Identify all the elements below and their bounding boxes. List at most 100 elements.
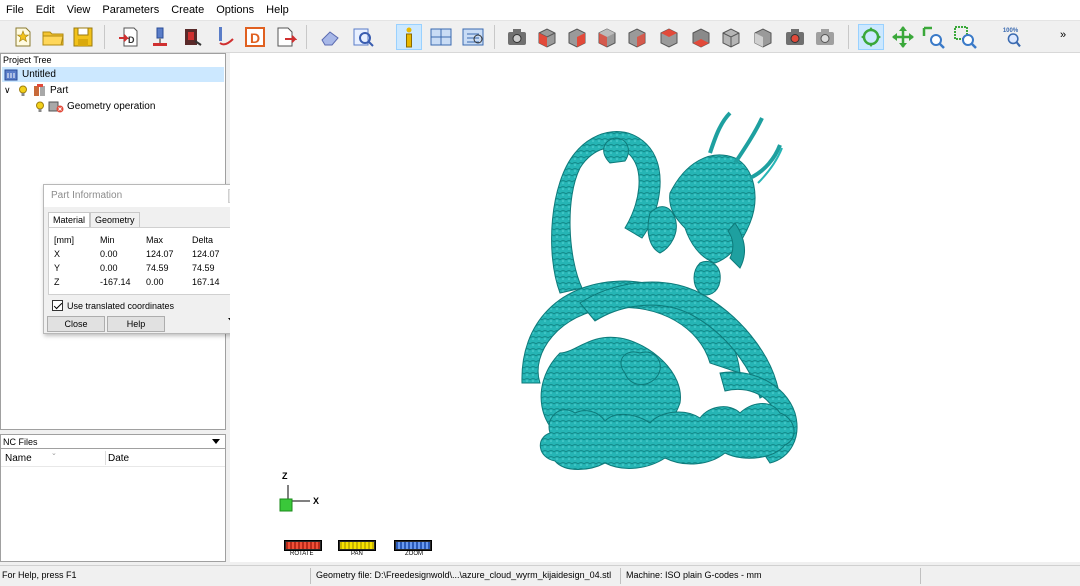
project-icon bbox=[4, 69, 18, 81]
toolbar-overflow[interactable]: » bbox=[1060, 29, 1066, 41]
dialog-title: Part Information bbox=[51, 190, 123, 201]
toolbar: D D 100% » bbox=[0, 21, 1080, 53]
row-label-z: Z bbox=[54, 277, 60, 287]
rotate-control-icon[interactable] bbox=[284, 540, 322, 551]
tree-item-part[interactable]: ∨ Part bbox=[4, 83, 68, 98]
svg-text:D: D bbox=[128, 35, 135, 45]
menu-parameters[interactable]: Parameters bbox=[96, 0, 165, 21]
dialog-title-bar[interactable]: Part Information bbox=[44, 185, 244, 207]
open-folder-icon[interactable] bbox=[40, 24, 66, 50]
screenshot-red-icon[interactable] bbox=[782, 24, 808, 50]
chevron-down-icon[interactable]: ∨ bbox=[4, 83, 16, 98]
table-header-delta: Delta bbox=[192, 235, 214, 245]
part-icon bbox=[33, 84, 47, 97]
status-divider bbox=[310, 568, 311, 584]
tab-material[interactable]: Material bbox=[48, 212, 91, 228]
column-date[interactable]: Date bbox=[108, 453, 129, 464]
status-geometry-file: Geometry file: D:\Freedesignwold\...\azu… bbox=[316, 570, 612, 580]
eraser-icon[interactable] bbox=[318, 24, 344, 50]
lightbulb-icon[interactable] bbox=[35, 101, 45, 113]
zoom-100-icon[interactable]: 100% bbox=[1000, 24, 1028, 50]
import-geometry-icon[interactable]: D bbox=[116, 24, 142, 50]
pan-view-icon[interactable] bbox=[890, 24, 916, 50]
tree-operation-label: Geometry operation bbox=[67, 101, 156, 112]
layout-grid-icon[interactable] bbox=[428, 24, 454, 50]
pan-label: PAN bbox=[351, 551, 363, 557]
view-front-icon[interactable] bbox=[534, 24, 560, 50]
rotate-view-icon[interactable] bbox=[858, 24, 884, 50]
status-divider bbox=[920, 568, 921, 584]
dragon-model[interactable] bbox=[230, 53, 1080, 562]
translated-coords-label: Use translated coordinates bbox=[67, 300, 175, 311]
menu-help[interactable]: Help bbox=[260, 0, 295, 21]
info-icon[interactable] bbox=[396, 24, 422, 50]
column-name[interactable]: Name bbox=[5, 453, 32, 464]
tool-setup-icon[interactable] bbox=[148, 24, 174, 50]
dialog-tabs: Material Geometry bbox=[48, 212, 140, 228]
view-shaded-icon[interactable] bbox=[750, 24, 776, 50]
row-label-y: Y bbox=[54, 263, 61, 273]
table-header-min: Min bbox=[100, 235, 115, 245]
tool-path-icon[interactable] bbox=[212, 24, 238, 50]
export-ncfile-icon[interactable] bbox=[272, 24, 298, 50]
3d-viewport[interactable]: Z X ROTATE PAN ZOOM bbox=[230, 53, 1080, 562]
geometry-operation-icon bbox=[48, 100, 64, 113]
drill-operation-icon[interactable]: D bbox=[242, 24, 268, 50]
nc-files-panel: NC Files Name ⌄ Date bbox=[0, 434, 226, 562]
translated-coords-checkbox[interactable] bbox=[52, 300, 63, 311]
view-left-icon[interactable] bbox=[594, 24, 620, 50]
table-header-max: Max bbox=[146, 235, 164, 245]
zoom-window-icon[interactable] bbox=[952, 24, 978, 50]
nc-files-header[interactable]: NC Files bbox=[1, 435, 225, 449]
zoom-label-text: ZOOM bbox=[405, 551, 423, 557]
save-icon[interactable] bbox=[70, 24, 96, 50]
menu-edit[interactable]: Edit bbox=[30, 0, 61, 21]
view-right-icon[interactable] bbox=[624, 24, 650, 50]
list-view-icon[interactable] bbox=[460, 24, 486, 50]
new-project-icon[interactable] bbox=[10, 24, 36, 50]
axis-x-label: X bbox=[313, 496, 320, 506]
zoom-label: 100% bbox=[1003, 28, 1019, 34]
lightbulb-icon[interactable] bbox=[18, 85, 28, 97]
row-label-x: X bbox=[54, 249, 61, 259]
x-max: 124.07 bbox=[146, 249, 174, 259]
dropdown-arrow-icon[interactable] bbox=[212, 439, 220, 444]
view-bottom-icon[interactable] bbox=[688, 24, 714, 50]
menu-view[interactable]: View bbox=[61, 0, 97, 21]
tree-root-label: Untitled bbox=[22, 69, 56, 80]
y-delta: 74.59 bbox=[192, 263, 215, 273]
tree-item-root[interactable]: Untitled bbox=[2, 67, 224, 82]
dimensions-table: [mm] Min Max Delta X 0.00 124.07 124.07 … bbox=[48, 227, 242, 295]
menu-options[interactable]: Options bbox=[210, 0, 260, 21]
fixture-icon[interactable] bbox=[180, 24, 206, 50]
column-divider[interactable] bbox=[105, 451, 106, 465]
part-information-dialog: Part Information Material Geometry [mm] … bbox=[43, 184, 245, 334]
toolbar-separator bbox=[848, 25, 849, 49]
table-header-unit: [mm] bbox=[54, 235, 74, 245]
menu-create[interactable]: Create bbox=[165, 0, 210, 21]
menu-bar: File Edit View Parameters Create Options… bbox=[0, 0, 1080, 21]
tree-item-operation[interactable]: Geometry operation bbox=[35, 99, 155, 114]
tree-part-label: Part bbox=[50, 85, 69, 96]
close-button[interactable]: Close bbox=[47, 316, 105, 332]
translated-coords-row[interactable]: Use translated coordinates bbox=[52, 300, 174, 311]
x-min: 0.00 bbox=[100, 249, 118, 259]
zoom-control-icon[interactable] bbox=[394, 540, 432, 551]
view-iso-icon[interactable] bbox=[718, 24, 744, 50]
z-min: -167.14 bbox=[100, 277, 131, 287]
status-bar: For Help, press F1 Geometry file: D:\Fre… bbox=[0, 565, 1080, 585]
pan-control-icon[interactable] bbox=[338, 540, 376, 551]
view-top-icon[interactable] bbox=[656, 24, 682, 50]
inspect-icon[interactable] bbox=[350, 24, 376, 50]
nc-files-title: NC Files bbox=[3, 437, 38, 447]
menu-file[interactable]: File bbox=[0, 0, 30, 21]
camera-icon[interactable] bbox=[504, 24, 530, 50]
tab-geometry[interactable]: Geometry bbox=[90, 212, 140, 227]
nc-files-columns: Name ⌄ Date bbox=[1, 449, 225, 467]
screenshot-gray-icon[interactable] bbox=[812, 24, 838, 50]
rotate-label: ROTATE bbox=[290, 551, 314, 557]
status-help: For Help, press F1 bbox=[2, 570, 77, 580]
view-back-icon[interactable] bbox=[564, 24, 590, 50]
zoom-view-icon[interactable] bbox=[920, 24, 946, 50]
help-button[interactable]: Help bbox=[107, 316, 165, 332]
